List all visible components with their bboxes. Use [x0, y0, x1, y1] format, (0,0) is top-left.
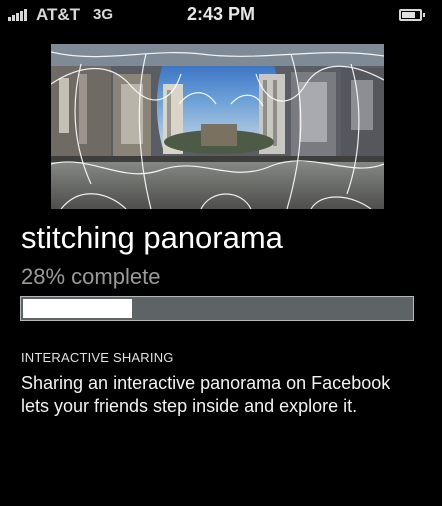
- battery-level: [402, 12, 415, 18]
- stitching-title: stitching panorama: [21, 220, 283, 255]
- sharing-description: Sharing an interactive panorama on Faceb…: [21, 372, 431, 418]
- progress-percent: 28%: [21, 264, 66, 289]
- status-time: 2:43 PM: [186, 4, 256, 24]
- battery-icon: [399, 9, 425, 21]
- progress-bar-fill: [23, 299, 132, 318]
- sharing-line-2: lets your friends step inside and explor…: [21, 396, 358, 416]
- progress-bar: [20, 296, 414, 321]
- progress-suffix: complete: [65, 264, 161, 289]
- sharing-heading: INTERACTIVE SHARING: [21, 350, 174, 365]
- status-bar: AT&T 3G 2:43 PM: [0, 0, 442, 30]
- panorama-thumbnail: [51, 44, 384, 209]
- progress-label: 28% complete: [21, 264, 160, 290]
- sharing-line-1: Sharing an interactive panorama on Faceb…: [21, 373, 391, 393]
